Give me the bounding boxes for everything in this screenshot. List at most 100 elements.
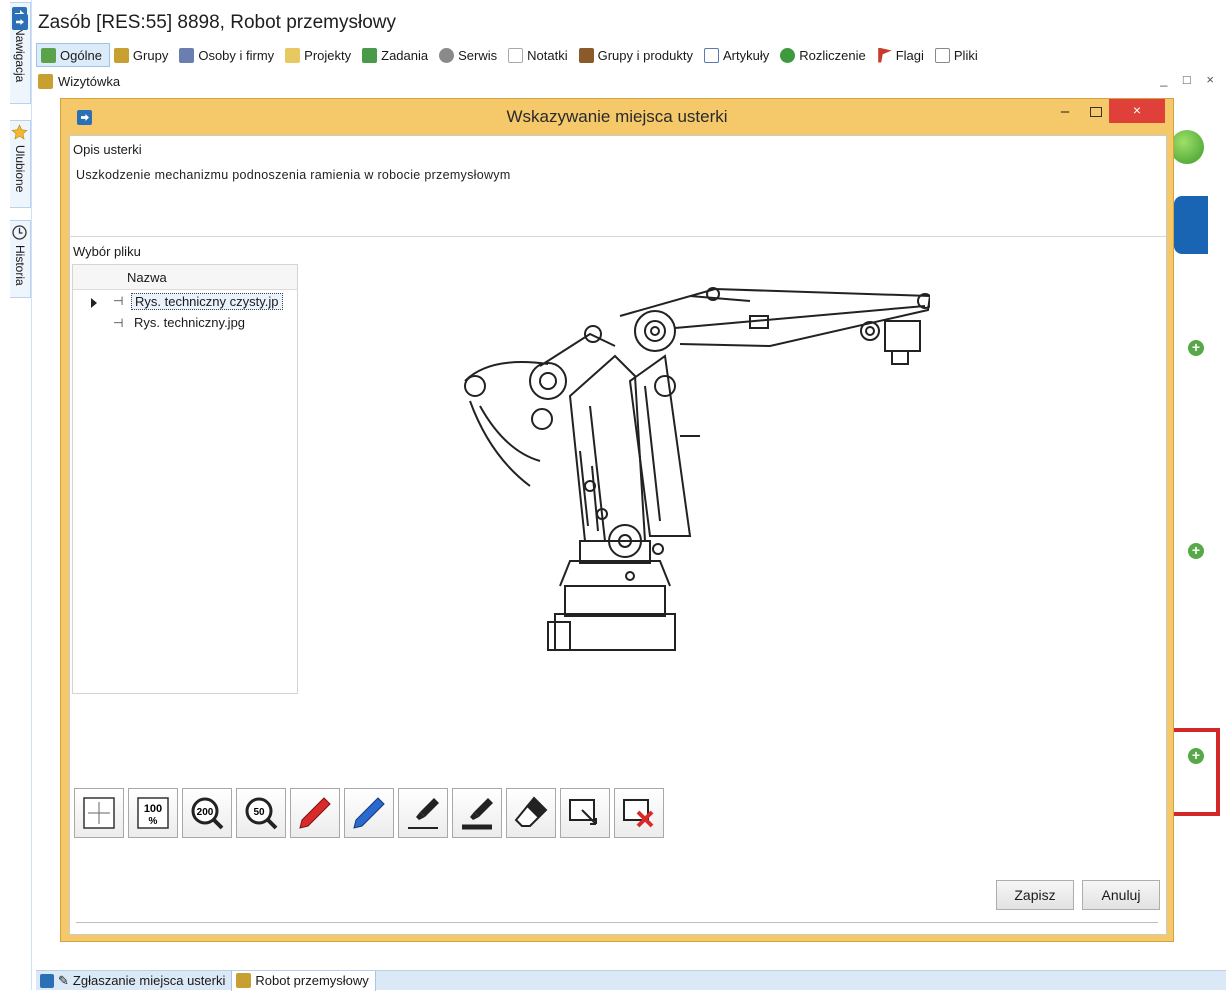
tasks-icon xyxy=(362,47,378,63)
edit-icon: ✎ xyxy=(58,972,69,988)
tab-label: Ogólne xyxy=(60,47,102,63)
zoom-50-icon: 50 xyxy=(245,797,278,830)
divider xyxy=(76,922,1158,923)
tab-groups[interactable]: Grupy xyxy=(110,43,175,67)
tab-label: Notatki xyxy=(527,47,568,63)
sub-tab-bar: Wizytówka xyxy=(38,70,120,92)
save-button[interactable]: Zapisz xyxy=(996,880,1074,910)
add-icon[interactable]: + xyxy=(1188,748,1204,764)
svg-text:%: % xyxy=(149,816,158,827)
resource-icon xyxy=(236,973,252,988)
blue-pen-icon xyxy=(353,797,385,829)
table-row[interactable]: ⊣ Rys. techniczny.jpg xyxy=(73,313,297,335)
eraser-button[interactable] xyxy=(506,788,556,838)
status-check-icon[interactable] xyxy=(1170,130,1204,164)
divider xyxy=(70,236,1166,237)
tab-label: Pliki xyxy=(953,47,978,63)
inner-window-controls[interactable]: _ □ × xyxy=(1160,72,1220,87)
side-tab-favorites-label: Ulubione xyxy=(13,145,27,193)
description-text[interactable]: Uszkodzenie mechanizmu podnoszenia ramie… xyxy=(76,168,511,182)
tab-label: Serwis xyxy=(458,47,498,63)
star-icon xyxy=(11,124,28,141)
maximize-button[interactable] xyxy=(1083,103,1107,123)
dialog-title-bar[interactable]: Wskazywanie miejsca usterki – × xyxy=(61,99,1173,135)
minimize-button[interactable]: – xyxy=(1053,103,1077,123)
red-pen-icon xyxy=(299,797,331,829)
blue-pen-button[interactable] xyxy=(344,788,394,838)
zoom-50-button[interactable]: 50 xyxy=(236,788,286,838)
tab-notes[interactable]: Notatki xyxy=(504,43,574,67)
side-tab-history[interactable]: Historia xyxy=(10,220,31,298)
svg-text:50: 50 xyxy=(253,807,265,818)
clear-area-icon xyxy=(623,799,654,828)
add-icon[interactable]: + xyxy=(1188,340,1204,356)
tab-articles[interactable]: Artykuły xyxy=(700,43,776,67)
taskbar-item-robot[interactable]: Robot przemysłowy xyxy=(232,970,376,991)
table-row[interactable]: ⊣ Rys. techniczny czysty.jp xyxy=(73,291,297,313)
general-icon xyxy=(41,47,56,63)
people-icon xyxy=(179,47,195,63)
defect-location-dialog: Wskazywanie miejsca usterki – × Opis ust… xyxy=(60,98,1174,942)
side-tab-navigation-label: Nawigacja xyxy=(13,27,27,83)
image-icon xyxy=(40,973,54,988)
billing-icon xyxy=(780,47,796,63)
zoom-200-icon: 200 xyxy=(191,797,224,830)
file-name[interactable]: Rys. techniczny.jpg xyxy=(131,315,248,330)
tab-label: Grupy i produkty xyxy=(597,47,693,63)
products-icon xyxy=(578,47,594,63)
clock-icon xyxy=(11,224,28,241)
thick-marker-button[interactable] xyxy=(452,788,502,838)
business-card-icon xyxy=(38,73,53,89)
pin-icon: ⊣ xyxy=(113,294,124,308)
red-pen-button[interactable] xyxy=(290,788,340,838)
file-icon xyxy=(934,47,950,63)
column-header-name[interactable]: Nazwa xyxy=(127,270,167,285)
blue-side-panel xyxy=(1174,196,1208,254)
zoom-200-button[interactable]: 200 xyxy=(182,788,232,838)
tab-label: Artykuły xyxy=(722,47,770,63)
select-area-button[interactable] xyxy=(560,788,610,838)
grid-header[interactable]: Nazwa xyxy=(73,265,297,290)
folder-icon xyxy=(285,47,301,63)
tab-service[interactable]: Serwis xyxy=(435,43,504,67)
file-grid: Nazwa ⊣ Rys. techniczny czysty.jp ⊣ Rys.… xyxy=(72,264,298,694)
tab-label: Rozliczenie xyxy=(799,47,866,63)
document-taskbar: ✎ Zgłaszanie miejsca usterki Robot przem… xyxy=(36,970,1226,991)
tab-projects[interactable]: Projekty xyxy=(281,43,358,67)
groups-icon xyxy=(113,47,129,63)
highlight-frame xyxy=(1172,728,1220,816)
add-icon[interactable]: + xyxy=(1188,543,1204,559)
drawing-toolbar: 100% 200 50 xyxy=(74,788,664,838)
zoom-100-icon: 100% xyxy=(137,797,169,829)
cancel-button[interactable]: Anuluj xyxy=(1082,880,1160,910)
tab-tasks[interactable]: Zadania xyxy=(358,43,435,67)
file-name[interactable]: Rys. techniczny czysty.jp xyxy=(131,293,283,310)
taskbar-item-label: Robot przemysłowy xyxy=(255,973,369,988)
close-button[interactable]: × xyxy=(1109,99,1165,123)
tab-files[interactable]: Pliki xyxy=(931,43,985,67)
tab-billing[interactable]: Rozliczenie xyxy=(776,43,872,67)
tab-label: Flagi xyxy=(895,47,924,63)
tab-general[interactable]: Ogólne xyxy=(36,43,110,67)
side-tab-history-label: Historia xyxy=(13,245,27,286)
fit-to-window-button[interactable] xyxy=(74,788,124,838)
taskbar-item-defect-report[interactable]: ✎ Zgłaszanie miejsca usterki xyxy=(36,970,233,991)
select-area-icon xyxy=(569,799,597,825)
tab-groups-products[interactable]: Grupy i produkty xyxy=(575,43,700,67)
side-tab-favorites[interactable]: Ulubione xyxy=(10,120,31,208)
clear-area-button[interactable] xyxy=(614,788,664,838)
window-app-icon xyxy=(12,14,28,30)
robot-technical-drawing[interactable] xyxy=(430,286,930,656)
service-icon xyxy=(439,47,455,63)
tab-bar: Ogólne Grupy Osoby i firmy Projekty Zada… xyxy=(36,42,985,68)
tab-people-companies[interactable]: Osoby i firmy xyxy=(175,43,281,67)
thin-marker-button[interactable] xyxy=(398,788,448,838)
tab-label: Projekty xyxy=(304,47,352,63)
sub-tab-business-card[interactable]: Wizytówka xyxy=(58,74,120,89)
row-indicator-icon xyxy=(91,298,97,308)
description-label: Opis usterki xyxy=(73,142,142,157)
pin-icon: ⊣ xyxy=(113,316,124,330)
tab-flags[interactable]: Flagi xyxy=(873,43,931,67)
zoom-100-button[interactable]: 100% xyxy=(128,788,178,838)
dialog-title: Wskazywanie miejsca usterki xyxy=(506,107,728,126)
